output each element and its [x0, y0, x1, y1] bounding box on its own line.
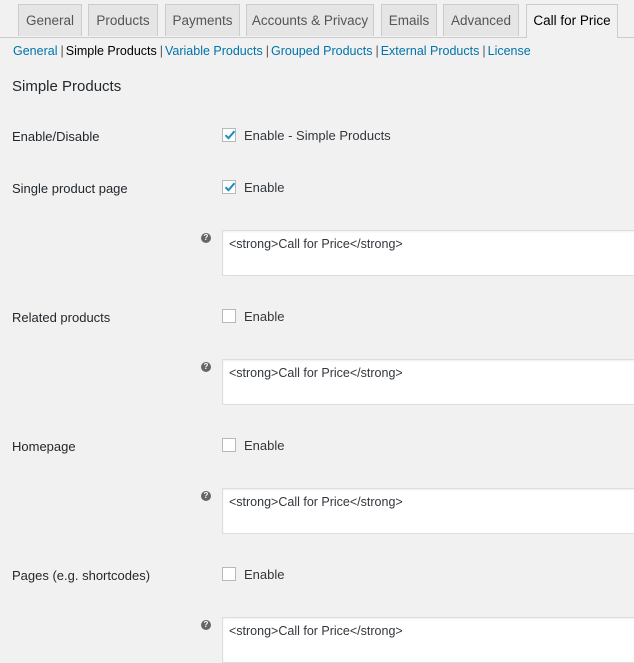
checkmark-icon	[224, 130, 236, 140]
subnav-separator: |	[60, 44, 64, 58]
section-title: Simple Products	[12, 78, 122, 95]
subnav-general[interactable]: General	[13, 44, 57, 58]
subnav-license[interactable]: License	[488, 44, 531, 58]
related-products-label: Related products	[12, 310, 111, 325]
tab-emails[interactable]: Emails	[381, 4, 437, 36]
checkmark-icon	[224, 182, 236, 192]
pages-label: Pages (e.g. shortcodes)	[12, 568, 151, 583]
single-product-page-enable-label: Enable	[244, 180, 285, 195]
homepage-text-input[interactable]	[222, 488, 634, 534]
homepage-checkbox[interactable]	[222, 438, 236, 452]
tab-general[interactable]: General	[18, 4, 82, 36]
enable-simple-products-label: Enable - Simple Products	[244, 128, 391, 143]
help-icon[interactable]: ?	[201, 620, 211, 630]
homepage-enable-label: Enable	[244, 438, 285, 453]
tab-accounts-privacy[interactable]: Accounts & Privacy	[246, 4, 374, 36]
related-products-enable-label: Enable	[244, 309, 285, 324]
tab-call-for-price[interactable]: Call for Price	[526, 4, 618, 38]
single-product-page-checkbox[interactable]	[222, 180, 236, 194]
tab-payments[interactable]: Payments	[165, 4, 240, 36]
subnav-external-products[interactable]: External Products	[381, 44, 480, 58]
related-products-text-input[interactable]	[222, 359, 634, 405]
help-icon[interactable]: ?	[201, 491, 211, 501]
subnav-variable-products[interactable]: Variable Products	[165, 44, 263, 58]
sub-navigation: General | Simple Products | Variable Product…	[13, 44, 531, 58]
enable-disable-label: Enable/Disable	[12, 129, 100, 144]
subnav-separator: |	[375, 44, 379, 58]
settings-tabs: General Products Payments Accounts & Pri…	[0, 0, 634, 38]
subnav-grouped-products[interactable]: Grouped Products	[271, 44, 372, 58]
single-product-page-text-input[interactable]	[222, 230, 634, 276]
help-icon[interactable]: ?	[201, 362, 211, 372]
pages-checkbox[interactable]	[222, 567, 236, 581]
subnav-separator: |	[159, 44, 163, 58]
help-icon[interactable]: ?	[201, 233, 211, 243]
enable-simple-products-checkbox[interactable]	[222, 128, 236, 142]
homepage-label: Homepage	[12, 439, 76, 454]
tab-advanced[interactable]: Advanced	[443, 4, 519, 36]
subnav-separator: |	[482, 44, 486, 58]
single-product-page-label: Single product page	[12, 181, 128, 196]
pages-enable-label: Enable	[244, 567, 285, 582]
subnav-simple-products: Simple Products	[65, 44, 157, 58]
tab-products[interactable]: Products	[88, 4, 158, 36]
subnav-separator: |	[265, 44, 269, 58]
pages-text-input[interactable]	[222, 617, 634, 663]
related-products-checkbox[interactable]	[222, 309, 236, 323]
